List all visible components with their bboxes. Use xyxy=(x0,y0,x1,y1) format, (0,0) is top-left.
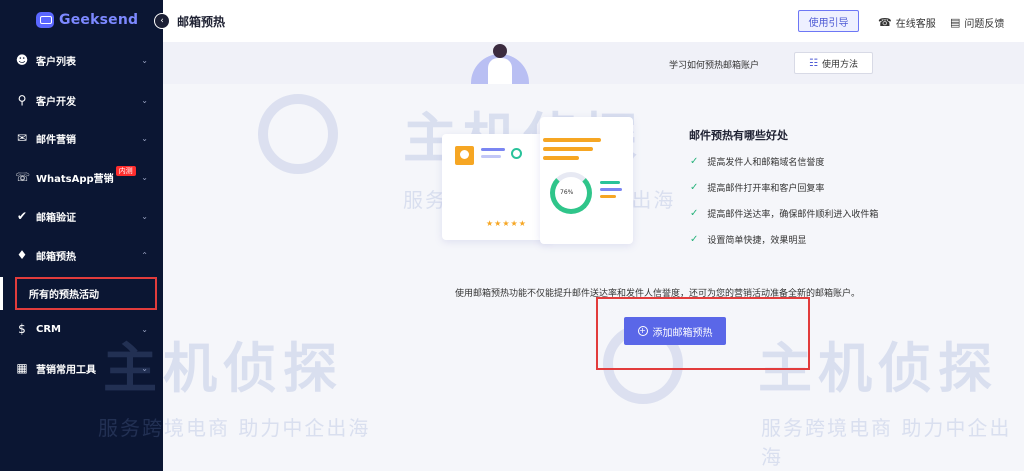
benefit-item: ✓ 提高发件人和邮箱域名信誉度 xyxy=(690,155,824,168)
help-banner: 学习如何预热邮箱账户 ☷ 使用方法 xyxy=(163,42,1024,84)
online-support-label: 在线客服 xyxy=(895,19,936,30)
check-circle-icon: ✔ xyxy=(16,209,28,223)
chevron-left-icon: ‹ xyxy=(160,16,164,26)
sender-card: ★★★★★ xyxy=(442,134,552,240)
chevron-down-icon: ⌄ xyxy=(141,172,148,182)
app-name: Geeksend xyxy=(59,12,139,28)
chevron-down-icon: ⌄ xyxy=(141,133,148,143)
book-icon: ☷ xyxy=(809,57,818,69)
beta-badge: 内测 xyxy=(115,166,136,176)
user-avatar-icon xyxy=(455,146,474,165)
feedback-label: 问题反馈 xyxy=(964,19,1005,30)
add-warmup-button[interactable]: + 添加邮箱预热 xyxy=(624,317,726,345)
add-warmup-label: 添加邮箱预热 xyxy=(652,327,713,339)
search-icon: ⚲ xyxy=(17,93,27,107)
stats-card: 76% xyxy=(540,117,633,244)
check-icon: ✓ xyxy=(690,156,699,167)
chevron-up-icon: ⌃ xyxy=(141,250,148,260)
sidebar-item-email-verify[interactable]: ✔ 邮箱验证 ⌄ xyxy=(0,205,163,227)
check-icon: ✓ xyxy=(690,208,699,219)
benefit-text: 设置简单快捷，效果明显 xyxy=(707,236,807,246)
sidebar-item-label: 客户开发 xyxy=(36,96,76,108)
sidebar-item-crm[interactable]: $ CRM ⌄ xyxy=(0,318,163,340)
benefit-text: 提高邮件打开率和客户回复率 xyxy=(707,184,825,194)
document-icon: ▤ xyxy=(950,16,961,29)
sidebar-item-label: CRM xyxy=(36,323,61,335)
benefit-text: 提高邮件送达率，确保邮件顺利进入收件箱 xyxy=(707,210,879,220)
sidebar-item-label: 邮箱验证 xyxy=(36,212,76,224)
mail-icon: ✉ xyxy=(16,131,28,145)
check-icon: ✓ xyxy=(690,182,699,193)
feedback-link[interactable]: ▤ 问题反馈 xyxy=(950,15,1004,30)
check-icon: ✓ xyxy=(690,234,699,245)
dollar-circle-icon: $ xyxy=(18,322,26,336)
sidebar-item-label: 邮箱预热 xyxy=(36,251,76,263)
page-title: 邮箱预热 xyxy=(177,15,226,29)
sidebar-item-label: WhatsApp营销 xyxy=(36,173,114,185)
assistant-illustration xyxy=(471,42,529,84)
app-logo[interactable]: Geeksend xyxy=(0,0,163,40)
guide-button[interactable]: 使用引导 xyxy=(798,10,859,32)
sidebar-item-customer-dev[interactable]: ⚲ 客户开发 ⌄ xyxy=(0,89,163,111)
usage-method-label: 使用方法 xyxy=(821,59,858,70)
top-bar: 邮箱预热 使用引导 ☎ 在线客服 ▤ 问题反馈 xyxy=(163,0,1024,42)
geeksend-logo-icon xyxy=(36,12,54,28)
sidebar-item-email-warmup[interactable]: ♦ 邮箱预热 ⌃ xyxy=(0,244,163,266)
benefits-title: 邮件预热有哪些好处 xyxy=(689,129,788,142)
chevron-down-icon: ⌄ xyxy=(141,211,148,221)
chevron-down-icon: ⌄ xyxy=(141,324,148,334)
banner-text: 学习如何预热邮箱账户 xyxy=(669,61,760,71)
online-support-link[interactable]: ☎ 在线客服 xyxy=(878,15,936,30)
verified-icon xyxy=(511,148,522,159)
user-icon: ☻ xyxy=(15,53,29,67)
sidebar-item-marketing-tools[interactable]: ▦ 营销常用工具 ⌄ xyxy=(0,357,163,379)
sidebar-item-label: 客户列表 xyxy=(36,56,76,68)
benefit-item: ✓ 提高邮件送达率，确保邮件顺利进入收件箱 xyxy=(690,207,878,220)
benefit-item: ✓ 提高邮件打开率和客户回复率 xyxy=(690,181,824,194)
chevron-down-icon: ⌄ xyxy=(141,363,148,373)
watermark-logo xyxy=(258,94,338,174)
sidebar-item-label: 营销常用工具 xyxy=(36,364,96,376)
benefit-item: ✓ 设置简单快捷，效果明显 xyxy=(690,233,806,246)
sidebar-item-whatsapp[interactable]: ☏ WhatsApp营销 内测 ⌄ xyxy=(0,166,163,188)
whatsapp-icon: ☏ xyxy=(15,170,31,184)
sidebar-item-label: 邮件营销 xyxy=(36,134,76,146)
active-indicator xyxy=(0,277,3,310)
collapse-sidebar-button[interactable]: ‹ xyxy=(154,13,170,29)
main-content: 主机侦探 服务跨境电商 助力中企出海 主机侦探 服务跨境电商 助力中企出海 主机… xyxy=(98,84,1024,471)
benefit-text: 提高发件人和邮箱域名信誉度 xyxy=(707,158,825,168)
usage-method-button[interactable]: ☷ 使用方法 xyxy=(794,52,873,74)
warmup-illustration: ★★★★★ 76% xyxy=(440,114,635,249)
grid-icon: ▦ xyxy=(16,361,28,375)
chevron-down-icon: ⌄ xyxy=(141,55,148,65)
chevron-down-icon: ⌄ xyxy=(141,95,148,105)
watermark-slogan: 服务跨境电商 助力中企出海 xyxy=(761,416,1012,469)
headset-icon: ☎ xyxy=(878,16,892,29)
sidebar-item-email-marketing[interactable]: ✉ 邮件营销 ⌄ xyxy=(0,127,163,149)
flame-icon: ♦ xyxy=(16,248,28,262)
sidebar-subitem-label: 所有的预热活动 xyxy=(29,290,99,301)
rating-stars-icon: ★★★★★ xyxy=(486,219,527,228)
sidebar-subitem-all-warmup[interactable]: 所有的预热活动 xyxy=(15,277,157,310)
plus-circle-icon: + xyxy=(637,326,648,336)
sidebar: Geeksend ☻ 客户列表 ⌄ ⚲ 客户开发 ⌄ ✉ 邮件营销 ⌄ ☏ Wh… xyxy=(0,0,163,471)
donut-value: 76% xyxy=(560,189,574,196)
sidebar-item-customer-list[interactable]: ☻ 客户列表 ⌄ xyxy=(0,49,163,71)
